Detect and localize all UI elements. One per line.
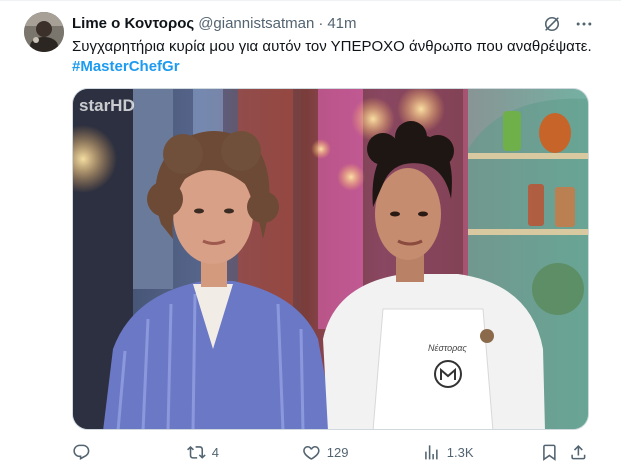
avatar[interactable] bbox=[24, 12, 64, 52]
author-handle[interactable]: @giannistsatman bbox=[198, 15, 314, 32]
retweet-count: 4 bbox=[211, 444, 219, 460]
views-icon bbox=[425, 444, 438, 460]
tweet-text: Συγχαρητήρια κυρία μου για αυτόν τον ΥΠΕ… bbox=[72, 37, 592, 77]
apron-name: Νέστορας bbox=[428, 343, 467, 353]
grok-icon[interactable] bbox=[541, 13, 563, 35]
reply-button[interactable] bbox=[72, 440, 97, 464]
tweet-header: Lime ο Κοντορος @giannistsatman · 41m bbox=[72, 13, 357, 33]
timestamp[interactable]: 41m bbox=[327, 15, 356, 32]
separator: · bbox=[318, 14, 324, 32]
hashtag-link[interactable]: #MasterChefGr bbox=[72, 58, 180, 75]
share-button[interactable] bbox=[569, 440, 588, 464]
author-name[interactable]: Lime ο Κοντορος bbox=[72, 15, 194, 32]
action-bar: 4 129 1.3K bbox=[72, 440, 589, 464]
views-button[interactable]: 1.3K bbox=[422, 440, 474, 464]
tweet-body: Συγχαρητήρια κυρία μου για αυτόν τον ΥΠΕ… bbox=[72, 38, 592, 55]
reply-icon bbox=[73, 444, 90, 460]
like-button[interactable]: 129 bbox=[302, 440, 348, 464]
retweet-button[interactable]: 4 bbox=[187, 440, 219, 464]
bookmark-icon bbox=[543, 444, 556, 461]
bookmark-button[interactable] bbox=[540, 440, 559, 464]
views-count: 1.3K bbox=[446, 444, 474, 460]
channel-logo: starHD bbox=[79, 96, 135, 115]
tweet-photo[interactable]: starHD Νέστορας bbox=[72, 88, 589, 430]
heart-icon bbox=[303, 445, 320, 460]
like-count: 129 bbox=[326, 444, 349, 460]
divider bbox=[0, 0, 621, 1]
share-icon bbox=[571, 444, 586, 460]
retweet-icon bbox=[187, 445, 206, 459]
tweet[interactable]: Lime ο Κοντορος @giannistsatman · 41m Συ… bbox=[0, 0, 621, 466]
more-icon[interactable] bbox=[573, 13, 595, 35]
